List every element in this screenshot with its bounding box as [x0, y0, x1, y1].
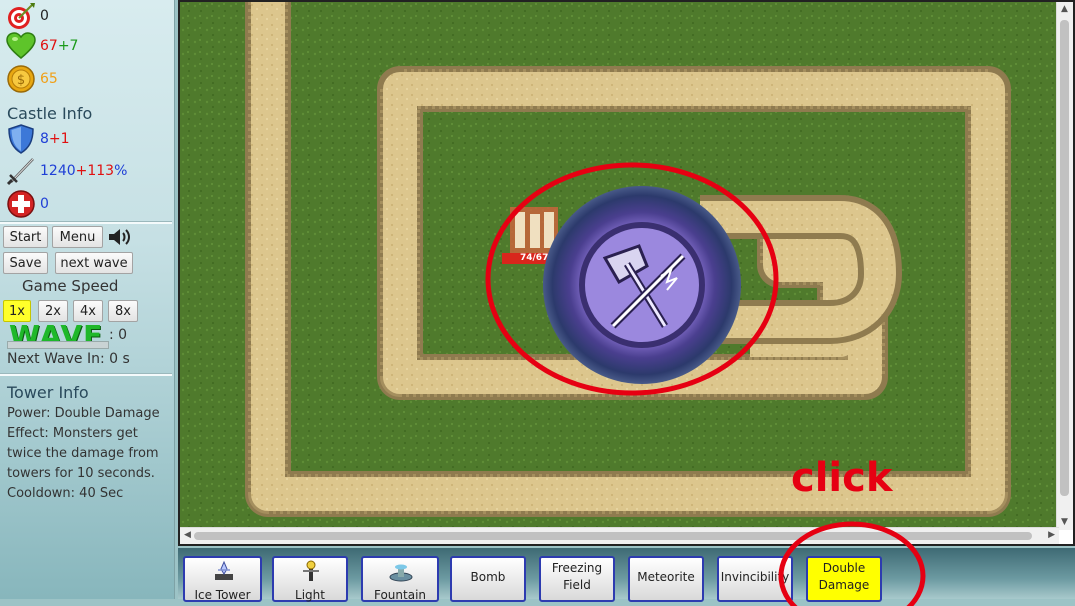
- scroll-right-icon[interactable]: ▶: [1048, 530, 1055, 540]
- tower-bomb-label: Bomb: [470, 570, 506, 584]
- armor-stat: 8+1: [6, 124, 70, 154]
- attack-bonus: +113: [75, 163, 115, 179]
- game-map-frame: 74/67 ▲ ▼ ◀ ▶: [178, 0, 1075, 546]
- lives-bonus: +7: [57, 38, 79, 54]
- next-wave-timer: Next Wave In: 0 s: [7, 351, 130, 367]
- tower-info-cooldown: Cooldown: 40 Sec: [7, 486, 124, 501]
- castle-info-title: Castle Info: [7, 104, 93, 123]
- svg-text:$: $: [17, 73, 25, 88]
- tower-light[interactable]: Light: [272, 556, 348, 602]
- attack-unit: %: [114, 163, 128, 179]
- gold-stat: $ 65: [6, 64, 58, 94]
- wave-progress-bar: [7, 341, 109, 349]
- heart-icon: [6, 31, 36, 61]
- highlight-ellipse: [485, 162, 779, 396]
- medical-cross-icon: [6, 189, 36, 219]
- speaker-icon[interactable]: [107, 226, 133, 252]
- click-annotation: click: [791, 455, 893, 501]
- tower-bomb[interactable]: Bomb: [450, 556, 526, 602]
- lives-stat: 67+7: [6, 31, 78, 61]
- tower-freezing-field-label: Freezing Field: [551, 561, 603, 592]
- attack-stat: 1240+113%: [6, 156, 127, 186]
- light-tower-icon: [303, 560, 319, 581]
- fountain-icon: [389, 564, 413, 582]
- game-speed-title: Game Speed: [22, 277, 119, 295]
- scroll-down-icon[interactable]: ▼: [1061, 517, 1068, 527]
- shield-icon: [6, 124, 36, 154]
- divider: [0, 221, 172, 224]
- speed-8x-button[interactable]: 8x: [108, 300, 138, 322]
- lives-value: 67: [40, 38, 58, 54]
- heal-value: 0: [40, 196, 49, 212]
- armor-value: 8: [40, 131, 49, 147]
- tower-ice[interactable]: Ice Tower: [183, 556, 262, 602]
- gold-value: 65: [40, 71, 58, 87]
- target-icon: [6, 1, 36, 31]
- target-value: 0: [40, 8, 49, 24]
- game-map[interactable]: 74/67: [180, 2, 1059, 530]
- heal-stat: 0: [6, 189, 49, 219]
- start-button[interactable]: Start: [3, 226, 48, 248]
- attack-value: 1240: [40, 163, 76, 179]
- sword-icon: [6, 156, 36, 186]
- tower-info-title: Tower Info: [7, 383, 89, 402]
- tower-bar: Ice Tower Light Fountain Bomb Freezing F…: [178, 548, 1075, 602]
- scroll-thumb[interactable]: [1060, 20, 1069, 496]
- tower-info-effect: Effect: Monsters get twice the damage fr…: [7, 426, 159, 481]
- tower-info-power: Power: Double Damage: [7, 406, 160, 421]
- wave-value: : 0: [109, 327, 128, 343]
- coin-icon: $: [6, 64, 36, 94]
- tower-freezing-field[interactable]: Freezing Field: [539, 556, 615, 602]
- next-wave-button[interactable]: next wave: [55, 252, 133, 274]
- click-highlight-circle: [778, 521, 926, 606]
- scroll-left-icon[interactable]: ◀: [184, 530, 191, 540]
- ice-tower-icon: [215, 560, 233, 580]
- tower-fountain[interactable]: Fountain: [361, 556, 439, 602]
- tower-meteorite-label: Meteorite: [637, 570, 695, 584]
- tower-light-label: Light: [295, 588, 325, 602]
- tower-fountain-label: Fountain: [373, 588, 427, 602]
- save-button[interactable]: Save: [3, 252, 48, 274]
- tower-meteorite[interactable]: Meteorite: [628, 556, 704, 602]
- menu-button[interactable]: Menu: [52, 226, 103, 248]
- scroll-up-icon[interactable]: ▲: [1061, 4, 1068, 14]
- armor-bonus: +1: [48, 131, 70, 147]
- side-panel: 0 67+7 $ 65 Castle Info 8+1 1240+113% 0 …: [0, 0, 175, 599]
- vertical-scrollbar[interactable]: ▲ ▼: [1056, 2, 1073, 530]
- tower-ice-label: Ice Tower: [194, 588, 251, 602]
- divider: [0, 373, 172, 376]
- target-stat: 0: [6, 1, 49, 31]
